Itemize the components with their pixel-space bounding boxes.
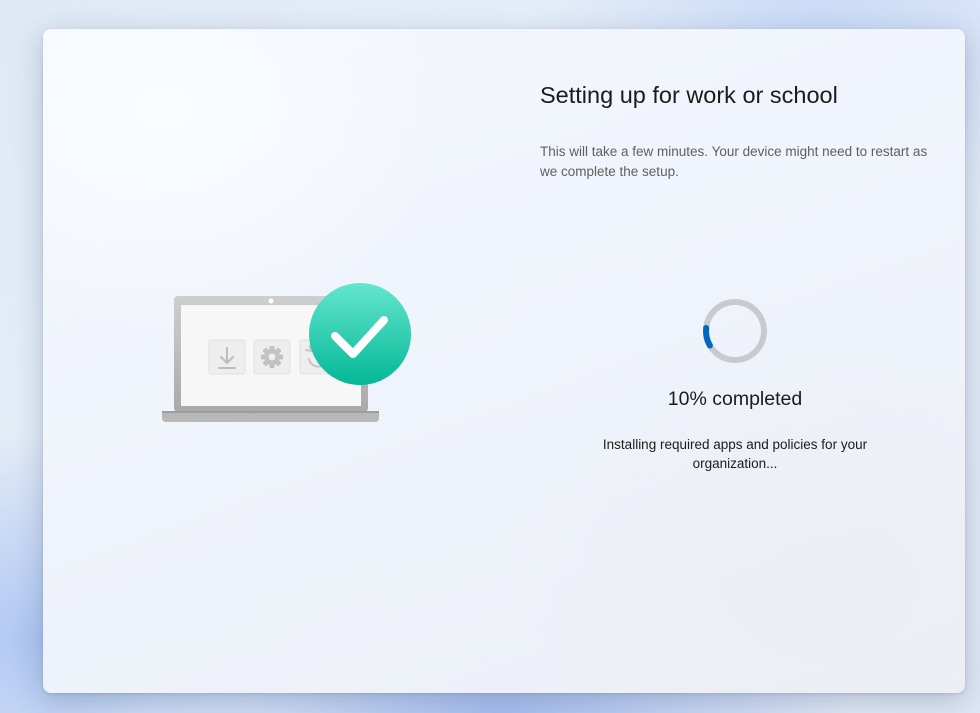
setup-window: Setting up for work or school This will … <box>43 29 965 693</box>
checkmark-icon <box>309 283 411 385</box>
gear-icon <box>253 339 291 375</box>
download-icon <box>208 339 246 375</box>
progress-section: 10% completed Installing required apps a… <box>540 297 930 473</box>
progress-percent-label: 10% completed <box>667 388 803 410</box>
setup-description: This will take a few minutes. Your devic… <box>540 144 928 179</box>
progress-ring <box>703 299 767 364</box>
status-message: Installing required apps and policies fo… <box>602 437 868 471</box>
setup-illustration <box>162 283 411 422</box>
page-title: Setting up for work or school <box>540 82 838 108</box>
